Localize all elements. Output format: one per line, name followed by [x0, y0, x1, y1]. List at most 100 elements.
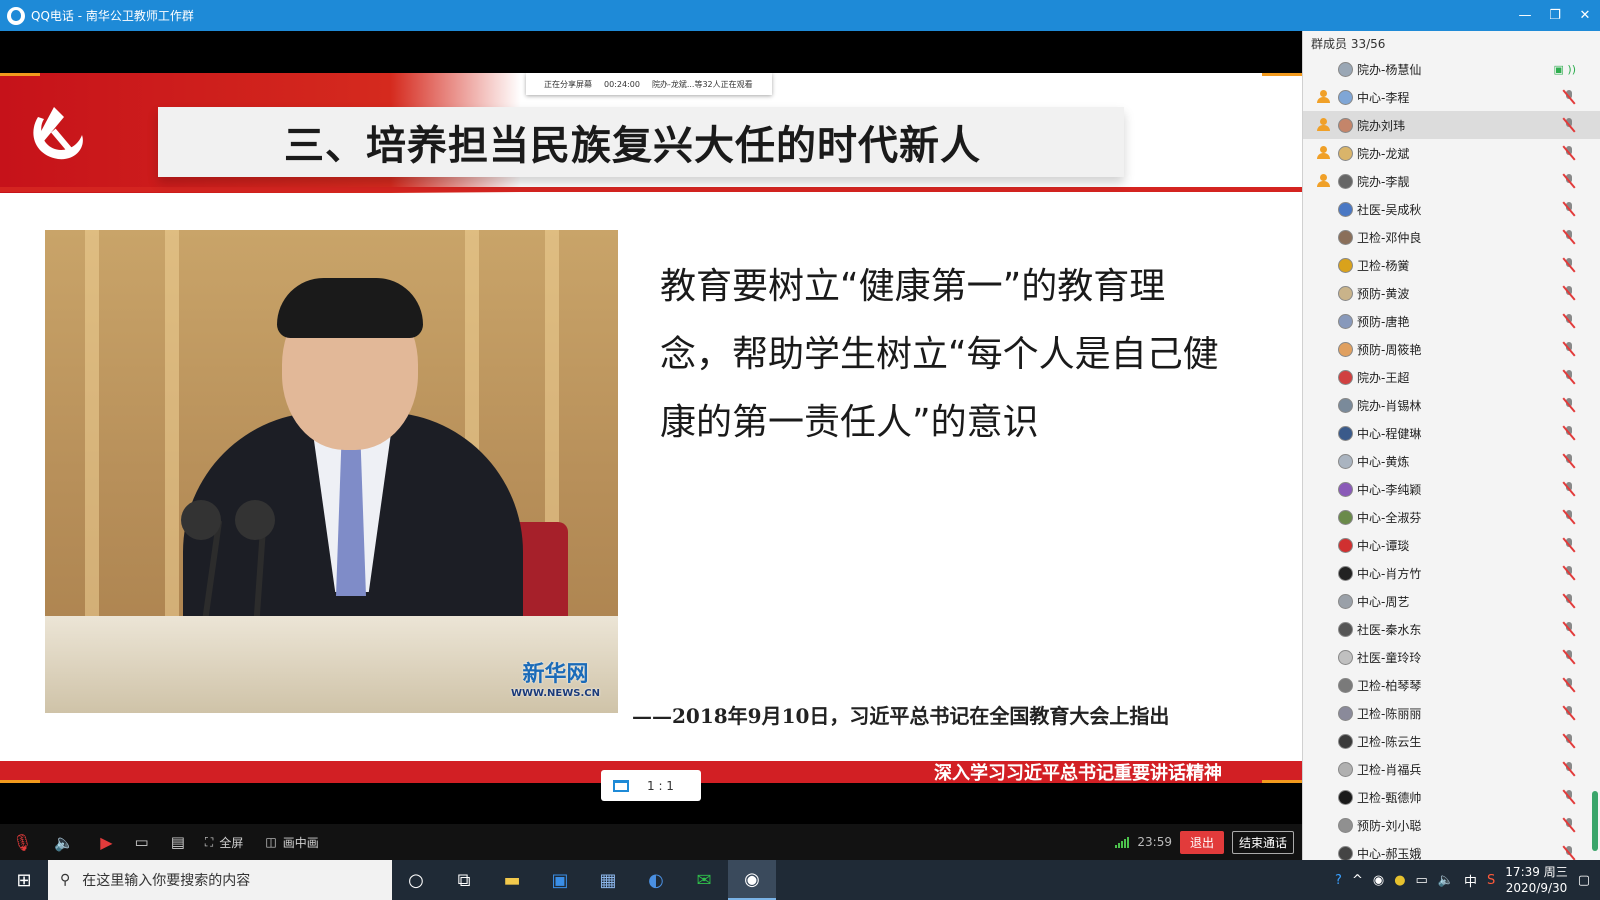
muted-mic-icon: [1562, 145, 1576, 161]
speaking-icon: ▣ )): [1553, 63, 1576, 76]
member-row[interactable]: 卫检-柏琴琴: [1303, 671, 1600, 699]
member-row[interactable]: 中心-周艺: [1303, 587, 1600, 615]
member-row[interactable]: 院办-肖锡林: [1303, 391, 1600, 419]
screen-share-status-bar[interactable]: 正在分享屏幕 00:24:00 院办-龙斌...等32人正在观看: [526, 73, 772, 95]
app-tray-icon[interactable]: ●: [1394, 873, 1405, 888]
member-row[interactable]: 预防-黄波: [1303, 279, 1600, 307]
member-row[interactable]: 院办刘玮: [1303, 111, 1600, 139]
whiteboard-icon[interactable]: ▤: [171, 824, 185, 860]
avatar: [1338, 818, 1353, 833]
windows-start-icon[interactable]: ⊞: [0, 860, 48, 900]
camera-off-icon[interactable]: ▶: [100, 824, 112, 860]
member-row[interactable]: 院办-李靓: [1303, 167, 1600, 195]
muted-mic-icon: [1562, 89, 1576, 105]
member-row[interactable]: 院办-龙斌: [1303, 139, 1600, 167]
member-row[interactable]: 中心-李程: [1303, 83, 1600, 111]
member-row[interactable]: 预防-刘小聪: [1303, 811, 1600, 839]
muted-mic-icon: [1562, 817, 1576, 833]
presentation-slide: 三、培养担当民族复兴大任的时代新人 正在分享屏幕 00:24:00 院办-龙斌.…: [0, 73, 1302, 783]
party-emblem-icon: [33, 107, 83, 160]
member-row[interactable]: 中心-李纯颖: [1303, 475, 1600, 503]
screen-share-icon[interactable]: ▭: [135, 824, 149, 860]
member-row[interactable]: 中心-黄炼: [1303, 447, 1600, 475]
ratio-label: 1 : 1: [647, 778, 674, 793]
member-row[interactable]: 卫检-肖福兵: [1303, 755, 1600, 783]
muted-mic-icon: [1562, 229, 1576, 245]
member-row[interactable]: 卫检-邓仲良: [1303, 223, 1600, 251]
end-call-button[interactable]: 结束通话: [1231, 830, 1294, 854]
cortana-icon[interactable]: ○: [392, 860, 440, 900]
member-name: 院办-龙斌: [1357, 147, 1410, 161]
wechat-icon[interactable]: ✉: [680, 860, 728, 900]
member-row[interactable]: 院办-杨慧仙 ▣ )): [1303, 55, 1600, 83]
member-row[interactable]: 院办-王超: [1303, 363, 1600, 391]
avatar: [1338, 314, 1353, 329]
pip-label: 画中画: [282, 835, 319, 850]
member-name: 中心-黄炼: [1357, 455, 1410, 469]
member-name: 中心-李程: [1357, 91, 1410, 105]
mic-muted-icon[interactable]: 🎙: [12, 824, 32, 860]
member-row[interactable]: 社医-童玲玲: [1303, 643, 1600, 671]
member-name: 中心-李纯颖: [1357, 483, 1422, 497]
member-row[interactable]: 卫检-杨黉: [1303, 251, 1600, 279]
share-duration: 00:24:00: [604, 79, 640, 89]
microphone-icon: [235, 500, 275, 540]
muted-mic-icon: [1562, 761, 1576, 777]
restore-button[interactable]: ❐: [1540, 0, 1570, 31]
notification-icon[interactable]: ▢: [1578, 873, 1590, 888]
file-explorer-icon[interactable]: ▬: [488, 860, 536, 900]
member-row[interactable]: 中心-郝玉娥: [1303, 839, 1600, 860]
window-controls: — ❐ ✕: [1510, 0, 1600, 31]
member-row[interactable]: 卫检-陈云生: [1303, 727, 1600, 755]
fullscreen-label: 全屏: [219, 835, 244, 850]
clock-time: 17:39 周三: [1505, 865, 1568, 879]
muted-mic-icon: [1562, 593, 1576, 609]
window-icon: [613, 779, 629, 792]
avatar: [1338, 258, 1353, 273]
volume-icon[interactable]: 🔈: [1438, 873, 1454, 888]
avatar: [1338, 174, 1353, 189]
member-row[interactable]: 卫检-陈丽丽: [1303, 699, 1600, 727]
qq-tray-icon[interactable]: ◉: [1373, 873, 1384, 888]
member-list-scrollbar[interactable]: [1592, 791, 1598, 851]
qq-call-window: QQ电话 - 南华公卫教师工作群 — ❐ ✕ 三、培养担当民族复兴大任的时代新人…: [0, 0, 1600, 900]
qq-taskbar-icon[interactable]: ◉: [728, 860, 776, 900]
member-row[interactable]: 中心-程健琳: [1303, 419, 1600, 447]
network-icon[interactable]: ▭: [1416, 873, 1428, 888]
slide-corner-bottom-right: [1262, 780, 1302, 783]
help-icon[interactable]: ?: [1335, 873, 1342, 888]
exit-button[interactable]: 退出: [1179, 830, 1224, 854]
picture-in-picture-button[interactable]: ◫ 画中画: [265, 824, 318, 860]
minimize-button[interactable]: —: [1510, 0, 1540, 31]
member-row[interactable]: 卫检-甄德帅: [1303, 783, 1600, 811]
video-app-icon[interactable]: ▣: [536, 860, 584, 900]
member-row[interactable]: 中心-肖方竹: [1303, 559, 1600, 587]
muted-mic-icon: [1562, 173, 1576, 189]
taskbar-search-box[interactable]: ⚲ 在这里输入你要搜索的内容: [48, 860, 392, 900]
calculator-icon[interactable]: ▦: [584, 860, 632, 900]
muted-mic-icon: [1562, 789, 1576, 805]
watermark-url: WWW.NEWS.CN: [510, 688, 600, 699]
member-name: 卫检-柏琴琴: [1357, 679, 1422, 693]
member-row[interactable]: 预防-唐艳: [1303, 307, 1600, 335]
member-row[interactable]: 社医-秦水东: [1303, 615, 1600, 643]
shared-screen-view[interactable]: 三、培养担当民族复兴大任的时代新人 正在分享屏幕 00:24:00 院办-龙斌.…: [0, 31, 1302, 824]
slide-citation: ——2018年9月10日，习近平总书记在全国教育大会上指出: [632, 704, 1170, 728]
member-row[interactable]: 预防-周筱艳: [1303, 335, 1600, 363]
speaker-icon[interactable]: 🔈: [54, 824, 74, 860]
member-row[interactable]: 社医-吴成秋: [1303, 195, 1600, 223]
ratio-toggle-button[interactable]: 1 : 1: [601, 770, 701, 801]
fullscreen-button[interactable]: ⛶ 全屏: [205, 824, 243, 860]
member-row[interactable]: 中心-谭琰: [1303, 531, 1600, 559]
admin-icon: [1316, 174, 1330, 188]
sogou-ime-icon[interactable]: S: [1487, 873, 1495, 888]
member-row[interactable]: 中心-全淑芬: [1303, 503, 1600, 531]
avatar: [1338, 566, 1353, 581]
task-view-icon[interactable]: ⧉: [440, 860, 488, 900]
close-button[interactable]: ✕: [1570, 0, 1600, 31]
show-hidden-icons-icon[interactable]: ^: [1352, 873, 1363, 888]
sogou-browser-icon[interactable]: ◐: [632, 860, 680, 900]
ime-indicator[interactable]: 中: [1464, 871, 1477, 890]
taskbar-clock[interactable]: 17:39 周三 2020/9/30: [1505, 864, 1567, 896]
windows-taskbar: ⊞ ⚲ 在这里输入你要搜索的内容 ○ ⧉ ▬ ▣ ▦ ◐ ✉ ◉ ? ^ ◉ ●…: [0, 860, 1600, 900]
